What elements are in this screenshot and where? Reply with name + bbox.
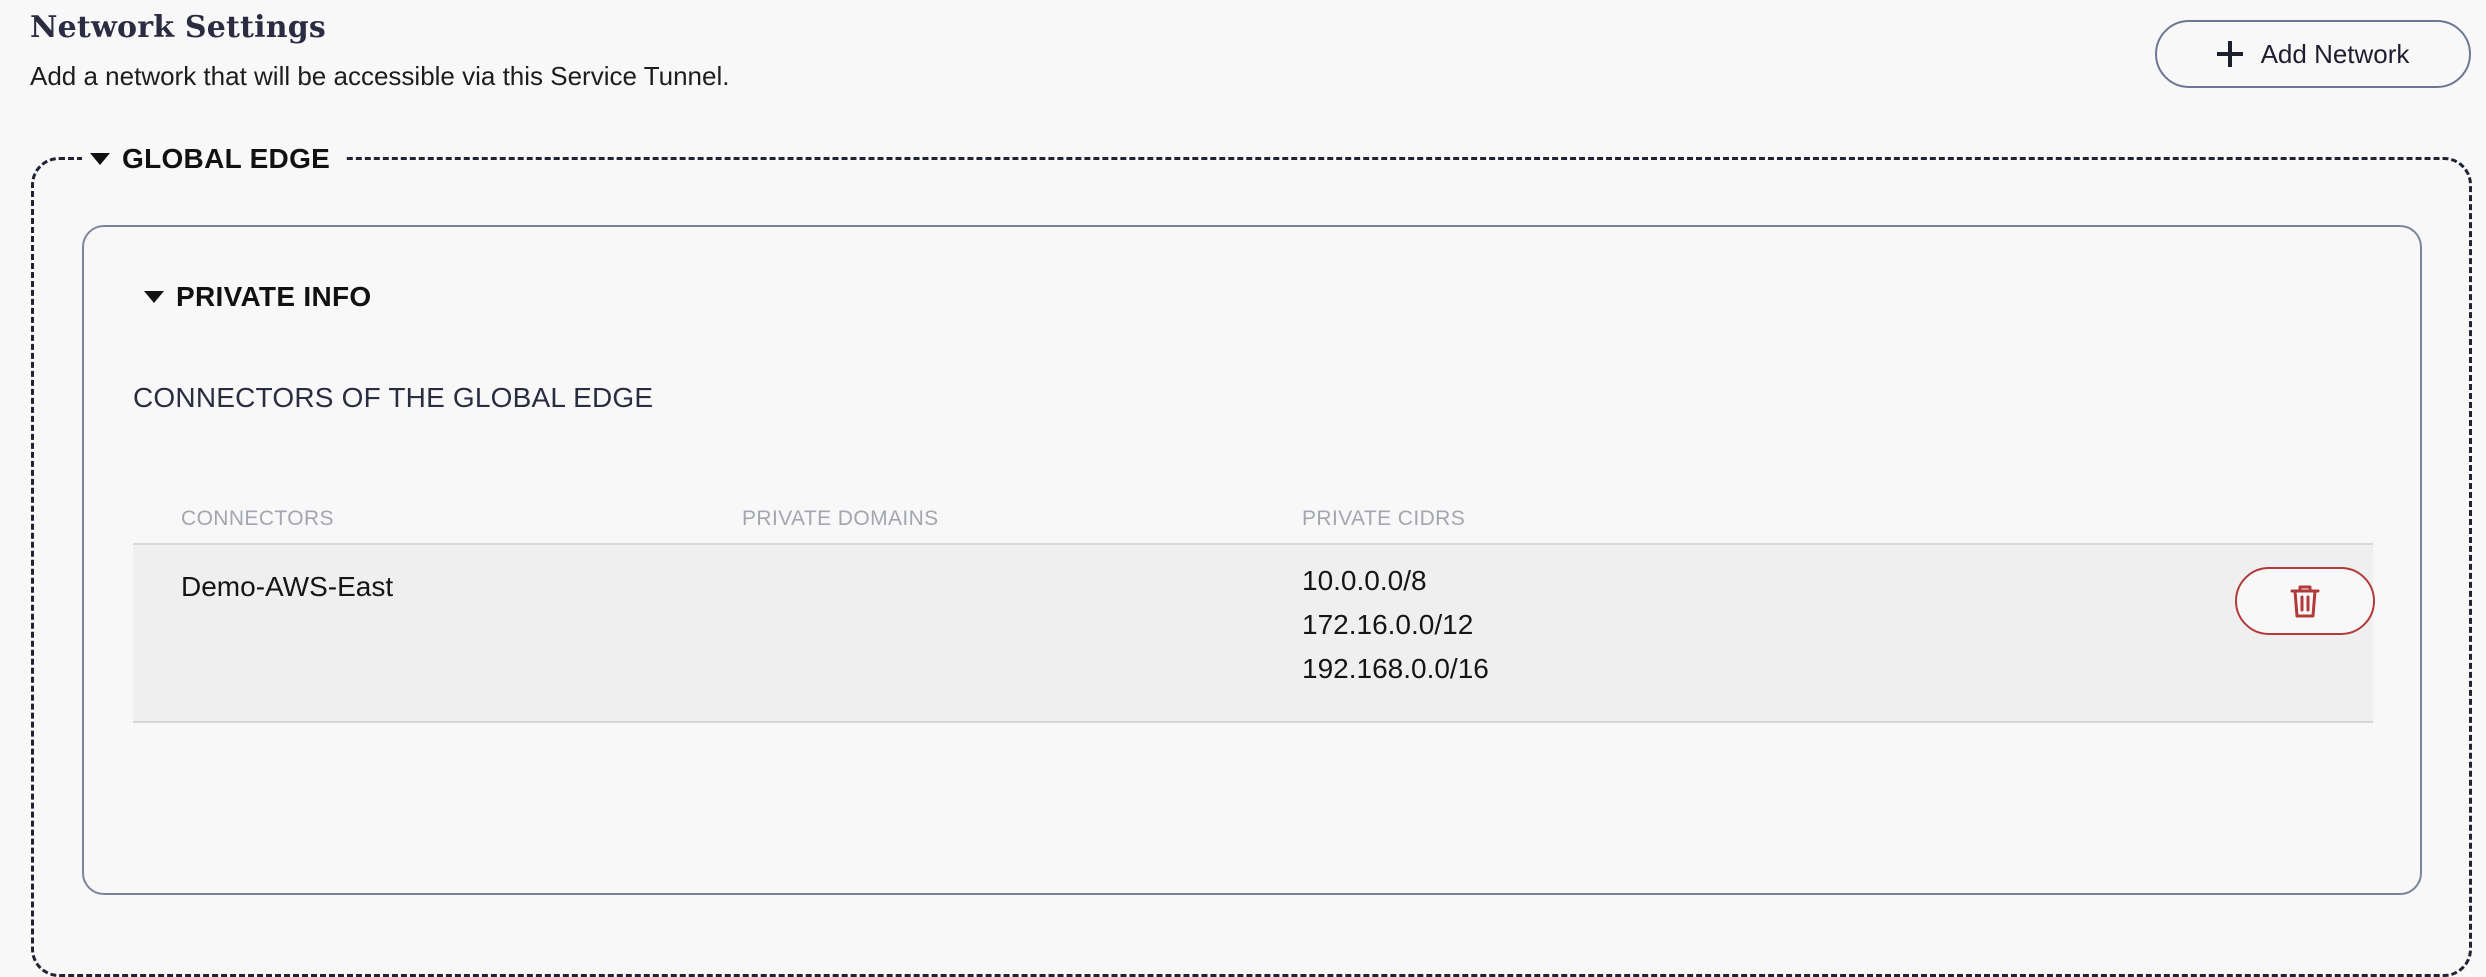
page-title: Network Settings: [30, 10, 326, 45]
cidr-item: 192.168.0.0/16: [1302, 653, 1489, 684]
global-edge-toggle[interactable]: GLOBAL EDGE: [82, 140, 345, 178]
connectors-table: CONNECTORS PRIVATE DOMAINS PRIVATE CIDRS…: [133, 499, 2375, 723]
connector-name: Demo-AWS-East: [181, 571, 394, 602]
caret-down-icon: [144, 291, 164, 303]
private-cidrs-cell: 10.0.0.0/8 172.16.0.0/12 192.168.0.0/16: [1302, 559, 1489, 691]
table-header: CONNECTORS PRIVATE DOMAINS PRIVATE CIDRS: [133, 499, 2373, 545]
column-header-connectors: CONNECTORS: [181, 507, 334, 530]
connectors-heading: CONNECTORS OF THE GLOBAL EDGE: [133, 382, 654, 413]
private-info-toggle[interactable]: PRIVATE INFO: [144, 281, 371, 313]
page-subtitle: Add a network that will be accessible vi…: [30, 61, 730, 91]
delete-connector-button[interactable]: [2235, 567, 2375, 635]
private-info-panel: PRIVATE INFO CONNECTORS OF THE GLOBAL ED…: [82, 225, 2422, 895]
add-network-label: Add Network: [2260, 38, 2410, 69]
caret-down-icon: [90, 153, 110, 165]
global-edge-label: GLOBAL EDGE: [122, 143, 331, 174]
column-header-private-cidrs: PRIVATE CIDRS: [1302, 507, 1466, 530]
cidr-item: 172.16.0.0/12: [1302, 609, 1474, 640]
private-info-label: PRIVATE INFO: [176, 281, 372, 312]
cidr-item: 10.0.0.0/8: [1302, 565, 1427, 596]
add-network-button[interactable]: Add Network: [2155, 20, 2471, 88]
table-row: Demo-AWS-East 10.0.0.0/8 172.16.0.0/12 1…: [133, 545, 2375, 723]
column-header-private-domains: PRIVATE DOMAINS: [742, 507, 939, 530]
plus-icon: [2216, 41, 2243, 67]
trash-icon: [2290, 585, 2320, 618]
